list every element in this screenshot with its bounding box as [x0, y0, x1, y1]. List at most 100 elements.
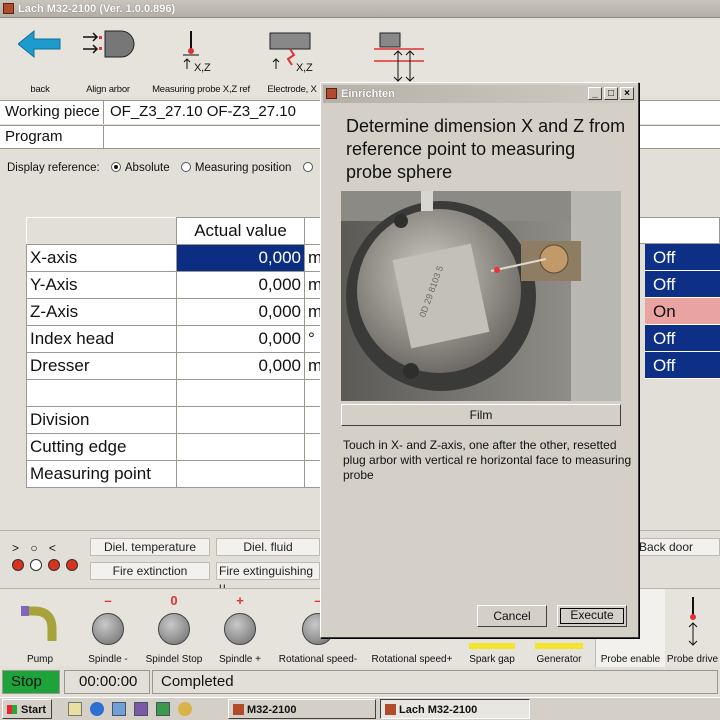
- app-icon: [3, 3, 14, 14]
- execute-button[interactable]: Execute: [557, 605, 627, 627]
- y-axis-status[interactable]: Off: [645, 271, 720, 298]
- working-piece-label: Working piece: [0, 101, 104, 124]
- network-icon[interactable]: [178, 702, 192, 716]
- back-door-indicator: Back door: [636, 538, 720, 556]
- table-row[interactable]: Measuring point: [26, 460, 327, 488]
- dialog-titlebar: Einrichten _ □ ×: [323, 85, 636, 103]
- pump-button[interactable]: Pump: [5, 589, 75, 667]
- actual-value-header: Actual value: [176, 217, 305, 245]
- table-corner: [26, 217, 177, 245]
- spindle-stop-button[interactable]: 0 Spindel Stop: [141, 589, 207, 667]
- axis-value[interactable]: 0,000: [176, 298, 305, 326]
- radio-absolute-label[interactable]: Absolute: [125, 162, 170, 174]
- explorer-icon[interactable]: [156, 702, 170, 716]
- media-icon[interactable]: [134, 702, 148, 716]
- table-row[interactable]: Division: [26, 406, 327, 434]
- radio-measuring-position[interactable]: [180, 162, 191, 172]
- window-title: Lach M32-2100 (Ver. 1.0.0.896): [18, 3, 176, 15]
- table-row[interactable]: Dresser 0,000 m: [26, 352, 327, 380]
- indicator-symbols: > ○ <: [12, 541, 60, 555]
- svg-text:X,Z: X,Z: [296, 62, 313, 73]
- row-label: Division: [26, 406, 177, 434]
- close-icon[interactable]: ×: [620, 87, 634, 100]
- diel-fluid-indicator: Diel. fluid: [216, 538, 320, 556]
- status-row: Stop 00:00:00 Completed: [0, 669, 720, 695]
- axis-value[interactable]: 0,000: [176, 244, 305, 272]
- probe-photo: 0D 29 8103 5: [341, 191, 621, 401]
- dialog-title: Einrichten: [341, 88, 395, 100]
- align-arbor-icon: [83, 30, 135, 58]
- radio-measuring-position-label[interactable]: Measuring position: [195, 162, 292, 174]
- cancel-button[interactable]: Cancel: [477, 605, 547, 627]
- lamp-off: [30, 559, 42, 571]
- taskbar-item-m32[interactable]: M32-2100: [228, 699, 376, 719]
- electrode-icon: X,Z: [269, 32, 313, 73]
- electrode-button[interactable]: X,Z Electrode, X: [262, 19, 322, 97]
- program-label: Program: [0, 126, 104, 148]
- table-row[interactable]: X-axis 0,000 m: [26, 244, 327, 272]
- spindle-minus-button[interactable]: – Spindle -: [75, 589, 141, 667]
- row-label: Cutting edge: [26, 433, 177, 461]
- axis-name: Index head: [26, 325, 177, 353]
- back-button[interactable]: back: [10, 19, 70, 97]
- fire-extinguishing-indicator: Fire extinguishing u: [216, 562, 320, 594]
- fire-extinction-indicator: Fire extinction: [90, 562, 210, 580]
- probe-drive-button[interactable]: Probe drive: [665, 589, 720, 667]
- working-piece-value[interactable]: OF_Z3_27.10 OF-Z3_27.10: [110, 101, 296, 123]
- row-label: Measuring point: [26, 460, 177, 488]
- knob-icon: [224, 613, 256, 645]
- window-titlebar: Lach M32-2100 (Ver. 1.0.0.896): [0, 0, 720, 18]
- display-reference-label: Display reference:: [7, 162, 100, 174]
- maximize-icon[interactable]: □: [604, 87, 618, 100]
- desktop-icon[interactable]: [68, 702, 82, 716]
- knob-icon: [158, 613, 190, 645]
- axis-name: Dresser: [26, 352, 177, 380]
- start-button[interactable]: Start: [2, 699, 52, 719]
- diel-temperature-indicator: Diel. temperature: [90, 538, 210, 556]
- arrow-left-icon: [18, 29, 61, 59]
- pump-icon: [21, 606, 57, 641]
- axis-name: X-axis: [26, 244, 177, 272]
- svg-text:X,Z: X,Z: [194, 62, 211, 73]
- minimize-icon[interactable]: _: [588, 87, 602, 100]
- align-arbor-button[interactable]: Align arbor: [78, 19, 138, 97]
- table-row[interactable]: Index head 0,000 °: [26, 325, 327, 353]
- time-display: 00:00:00: [64, 670, 150, 694]
- radio-other[interactable]: [302, 162, 313, 172]
- axes-table: Actual value X-axis 0,000 m Y-Axis 0,000…: [26, 217, 327, 488]
- browser-icon[interactable]: [90, 702, 104, 716]
- dialog-heading: Determine dimension X and Z from referen…: [346, 116, 626, 182]
- lamp-red-1: [12, 559, 24, 571]
- dialog-app-icon: [326, 88, 337, 99]
- table-row[interactable]: Y-Axis 0,000 m: [26, 271, 327, 299]
- axis-value[interactable]: 0,000: [176, 352, 305, 380]
- axis-value[interactable]: 0,000: [176, 325, 305, 353]
- probe-photo-image: 0D 29 8103 5: [341, 191, 621, 401]
- axis-name: Z-Axis: [26, 298, 177, 326]
- taskbar: Start M32-2100 Lach M32-2100: [0, 697, 720, 720]
- index-head-status[interactable]: Off: [645, 325, 720, 352]
- x-axis-status[interactable]: Off: [645, 244, 720, 271]
- axis-name: Y-Axis: [26, 271, 177, 299]
- mail-icon[interactable]: [112, 702, 126, 716]
- stop-button[interactable]: Stop: [2, 670, 60, 694]
- spindle-plus-button[interactable]: + Spindle +: [207, 589, 273, 667]
- status-header: [639, 217, 720, 244]
- table-row[interactable]: Cutting edge: [26, 433, 327, 461]
- dresser-status[interactable]: Off: [645, 352, 720, 379]
- setup-dialog: Einrichten _ □ × Determine dimension X a…: [320, 82, 639, 638]
- film-button[interactable]: Film: [341, 404, 621, 426]
- z-axis-status[interactable]: On: [645, 298, 720, 325]
- dialog-instructions: Touch in X- and Z-axis, one after the ot…: [343, 438, 632, 482]
- table-row: [26, 379, 327, 407]
- taskbar-item-lach[interactable]: Lach M32-2100: [380, 699, 530, 719]
- status-message: Completed: [152, 670, 718, 694]
- lamp-red-2: [48, 559, 60, 571]
- axis-value[interactable]: 0,000: [176, 271, 305, 299]
- table-row[interactable]: Z-Axis 0,000 m: [26, 298, 327, 326]
- radio-absolute[interactable]: [110, 162, 121, 172]
- measuring-probe-icon: X,Z: [183, 31, 211, 73]
- reference-height-icon: [374, 32, 424, 82]
- lamp-red-3: [66, 559, 78, 571]
- measuring-probe-button[interactable]: X,Z Measuring probe X,Z ref: [145, 19, 257, 97]
